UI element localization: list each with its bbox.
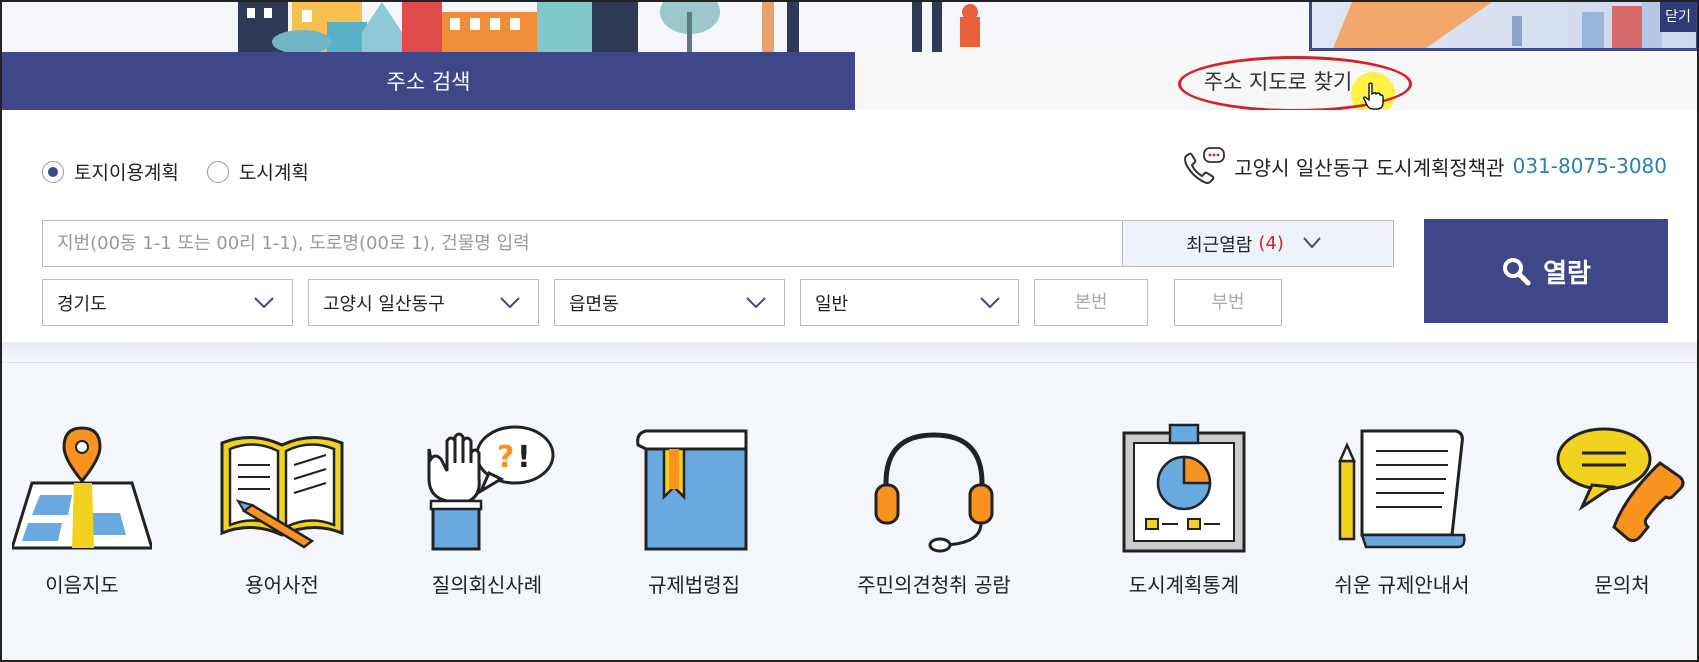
banner-ad-illustration — [1333, 2, 1662, 48]
radio-land-use-label: 토지이용계획 — [74, 162, 179, 184]
document-pencil-icon — [1338, 429, 1466, 549]
search-tabs: 주소 검색 주소 지도로 찾기 — [2, 52, 1697, 122]
radio-urban-plan[interactable]: 도시계획 — [206, 158, 309, 185]
tab-address-search-label: 주소 검색 — [386, 70, 471, 94]
chevron-down-icon — [500, 296, 520, 308]
radio-button-unchecked[interactable] — [206, 160, 229, 183]
chevron-down-icon — [1303, 236, 1321, 249]
quick-menu-label: 문의처 — [1594, 573, 1650, 597]
city-select-value: 고양시 일산동구 — [323, 293, 445, 315]
sub-number-input[interactable] — [1174, 279, 1282, 326]
recent-views-count: (4) — [1258, 233, 1284, 254]
lot-type-select-value: 일반 — [815, 293, 849, 315]
banner-ad[interactable]: 닫기 — [1309, 2, 1697, 51]
address-search-input[interactable] — [42, 220, 1123, 267]
pie-chart-board-icon — [1122, 423, 1246, 553]
tab-map-search-label: 주소 지도로 찾기 — [1203, 70, 1353, 94]
province-select[interactable]: 경기도 — [42, 279, 293, 326]
quick-menu-label: 주민의견청취 공람 — [857, 573, 1011, 597]
law-book-icon — [636, 429, 748, 551]
radio-land-use[interactable]: 토지이용계획 — [42, 158, 179, 185]
contact-info: 고양시 일산동구 도시계획정책관 031-8075-3080 — [1180, 146, 1667, 186]
top-banner: 닫기 — [2, 2, 1697, 52]
tab-map-search[interactable]: 주소 지도로 찾기 — [855, 52, 1697, 110]
quick-menu-item-glossary[interactable]: 용어사전 — [182, 363, 382, 643]
radio-urban-plan-label: 도시계획 — [238, 162, 309, 184]
banner-illustration — [238, 2, 980, 52]
city-select[interactable]: 고양시 일산동구 — [308, 279, 539, 326]
quick-menu-item-map[interactable]: 이음지도 — [2, 363, 182, 643]
question-hand-icon: ? ! — [427, 425, 555, 551]
view-button[interactable]: 열람 — [1424, 219, 1668, 323]
quick-menu-item-statistics[interactable]: 도시계획통계 — [1084, 363, 1284, 643]
hand-cursor-icon — [1363, 82, 1384, 110]
banner-close-button[interactable]: 닫기 — [1660, 2, 1696, 32]
contact-phone-number[interactable]: 031-8075-3080 — [1513, 154, 1667, 178]
town-select-value: 읍면동 — [569, 293, 619, 315]
quick-menu-item-contact[interactable]: 문의처 — [1522, 363, 1697, 643]
svg-text:?: ? — [497, 440, 514, 475]
chevron-down-icon — [980, 296, 1000, 308]
quick-menu: 이음지도 용어사전 ? ! 질의회신사례 규제법령집 주민의견청취 공람 도시계… — [2, 362, 1697, 660]
chevron-down-icon — [254, 296, 274, 308]
map-pin-icon — [12, 426, 152, 550]
quick-menu-label: 용어사전 — [245, 573, 319, 597]
search-panel: 토지이용계획 도시계획 고양시 일산동구 도시계획정책관 031-8075-30… — [2, 110, 1697, 360]
quick-menu-label: 질의회신사례 — [431, 573, 543, 597]
recent-views-label: 최근열람 — [1186, 234, 1253, 256]
open-book-icon — [220, 436, 344, 549]
quick-menu-label: 이음지도 — [45, 573, 119, 597]
quick-menu-item-guide[interactable]: 쉬운 규제안내서 — [1302, 363, 1502, 643]
quick-menu-label: 규제법령집 — [648, 573, 740, 597]
contact-office: 고양시 일산동구 도시계획정책관 — [1234, 155, 1505, 180]
province-select-value: 경기도 — [57, 293, 107, 315]
phone-chat-icon — [1184, 147, 1226, 184]
main-number-input[interactable] — [1034, 279, 1148, 326]
town-select[interactable]: 읍면동 — [554, 279, 785, 326]
view-button-label: 열람 — [1543, 258, 1591, 289]
svg-text:!: ! — [517, 440, 531, 475]
search-icon — [1503, 258, 1531, 286]
quick-menu-label: 쉬운 규제안내서 — [1334, 573, 1470, 597]
chevron-down-icon — [746, 296, 766, 308]
quick-menu-item-qna[interactable]: ? ! 질의회신사례 — [387, 363, 587, 643]
plan-type-radio-group: 토지이용계획 도시계획 — [42, 158, 309, 185]
panel-divider — [2, 342, 1697, 362]
tab-address-search[interactable]: 주소 검색 — [2, 52, 855, 122]
quick-menu-label: 도시계획통계 — [1128, 573, 1240, 597]
phone-chat-icon — [1556, 427, 1685, 543]
page: 닫기 주소 검색 주소 지도로 찾기 토지이용계획 도시계획 고양시 일산동구 … — [0, 0, 1699, 662]
quick-menu-item-hearing[interactable]: 주민의견청취 공람 — [834, 363, 1034, 643]
quick-menu-item-law[interactable]: 규제법령집 — [594, 363, 794, 643]
radio-button-checked[interactable] — [42, 160, 64, 183]
recent-views-dropdown[interactable]: 최근열람 (4) — [1122, 220, 1394, 267]
lot-type-select[interactable]: 일반 — [800, 279, 1019, 326]
headset-icon — [874, 432, 994, 553]
